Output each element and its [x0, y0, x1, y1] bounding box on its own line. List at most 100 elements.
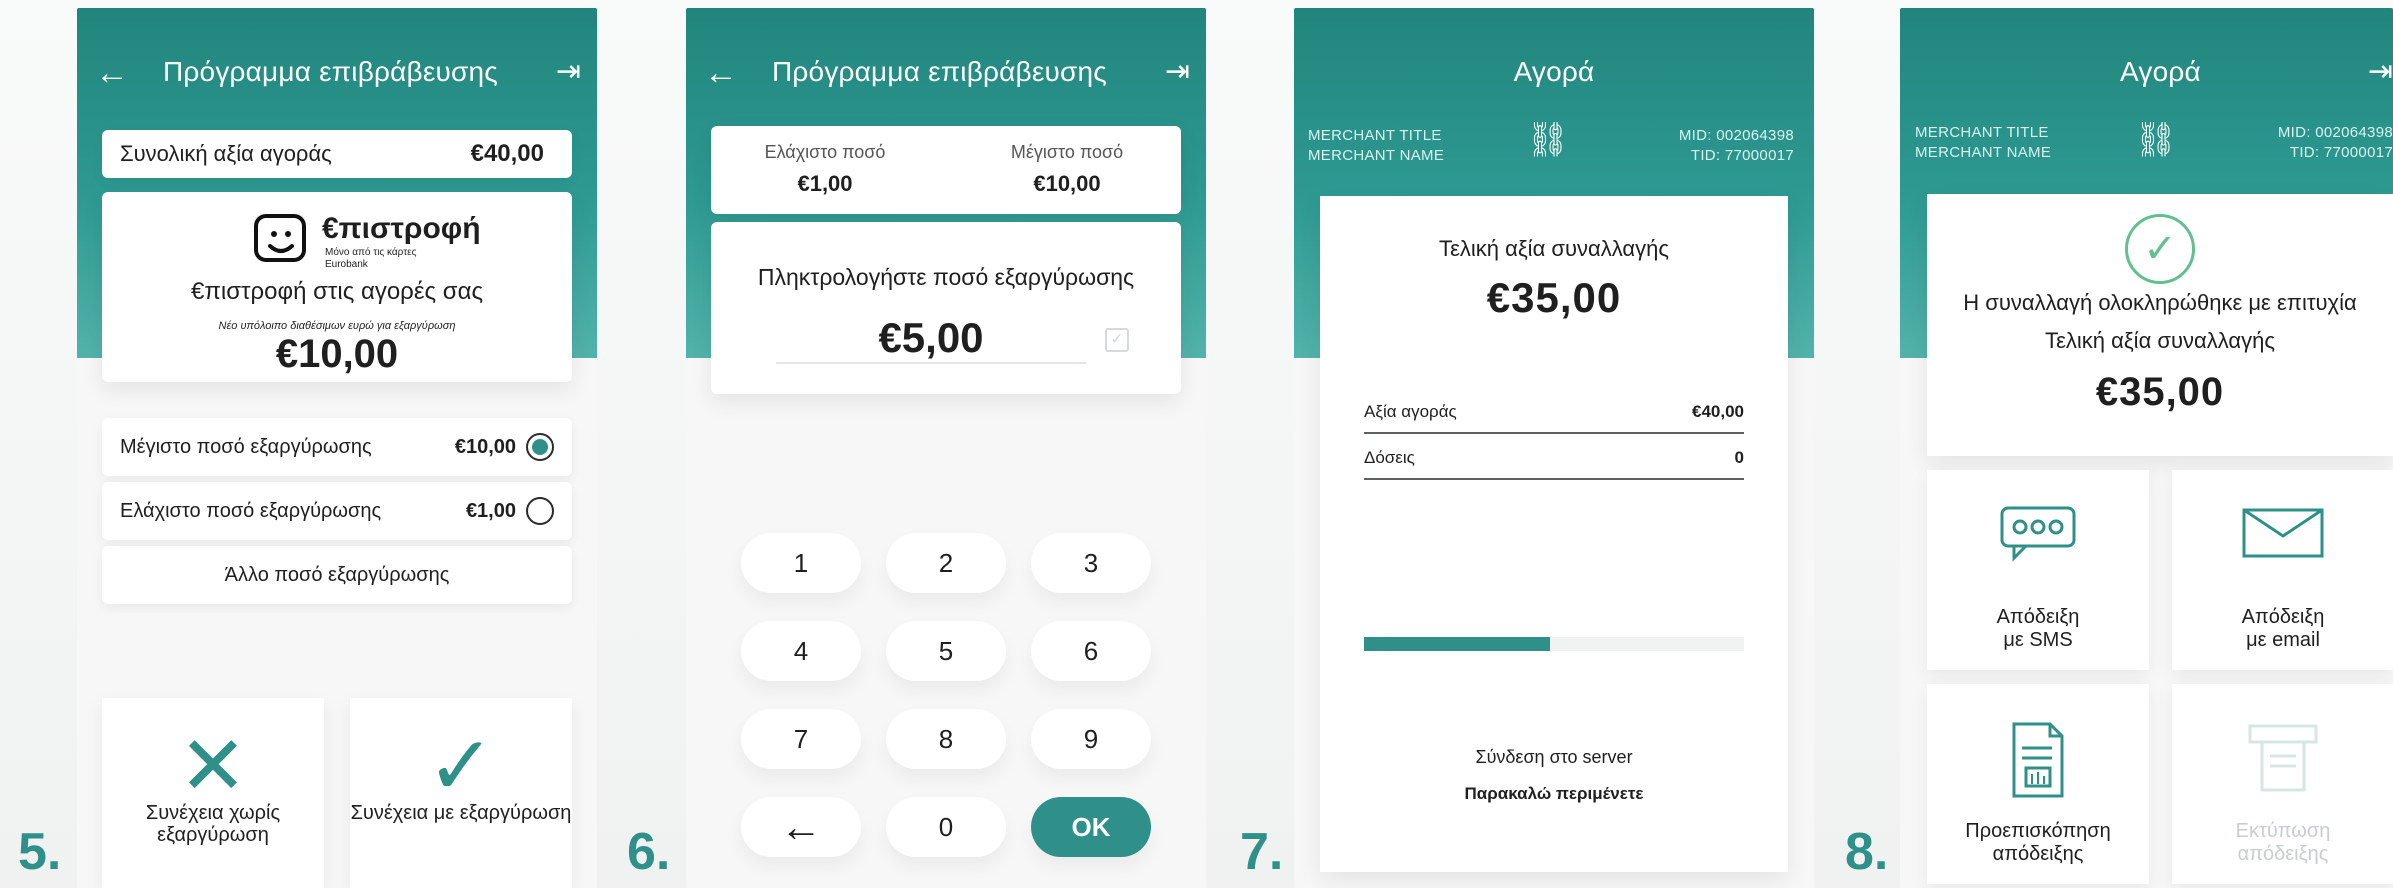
reward-subtitle: €πιστροφή στις αγορές σας — [190, 278, 484, 305]
entry-prompt: Πληκτρολογήστε ποσό εξαργύρωσης — [757, 264, 1135, 290]
print-receipt-icon — [2248, 724, 2318, 792]
purchase-row: Αξία αγοράς €40,00 — [1364, 392, 1744, 434]
receipt-label-2: απόδειξης — [2237, 843, 2329, 865]
max-redeem-option[interactable]: Μέγιστο ποσό εξαργύρωσης €10,00 — [102, 418, 572, 476]
merchant-title: MERCHANT TITLE — [1915, 124, 2049, 141]
sms-icon — [2000, 506, 2076, 562]
purchase-label: Αξία αγοράς — [1364, 402, 1457, 421]
screen-7: Αγορά MERCHANT TITLE MERCHANT NAME ⛓ MID… — [1294, 8, 1814, 888]
receipt-label-1: Απόδειξη — [2241, 606, 2325, 628]
receipt-email-button[interactable]: Απόδειξη με email — [2172, 470, 2393, 670]
backspace-key[interactable]: ← — [741, 797, 861, 857]
merchant-info: MERCHANT TITLE MERCHANT NAME — [1308, 126, 1444, 167]
check-icon: ✓ — [426, 721, 496, 812]
progress-fill — [1364, 637, 1551, 651]
mid: MID: 002064398 — [2277, 124, 2393, 141]
wait-line: Παρακαλώ περιμένετε — [1464, 784, 1644, 803]
amount-entry-card: Πληκτρολογήστε ποσό εξαργύρωσης €5,00 ✓ — [711, 222, 1181, 394]
back-arrow-icon[interactable]: ← — [704, 54, 738, 93]
exit-icon[interactable]: ⇥ — [1165, 54, 1190, 89]
screen-title: Πρόγραμμα επιβράβευσης — [772, 56, 1107, 87]
exit-icon[interactable]: ⇥ — [556, 54, 581, 89]
tid: TID: 77000017 — [2289, 144, 2393, 162]
min-amount: Ελάχιστο ποσό €1,00 — [763, 142, 887, 197]
min-value: €1,00 — [797, 171, 853, 196]
ok-button[interactable]: OK — [1031, 797, 1151, 857]
merchant-info: MERCHANT TITLE MERCHANT NAME — [1915, 123, 2051, 164]
other-amount-label: Άλλο ποσό εξαργύρωσης — [224, 563, 450, 586]
step-number-8: 8. — [1845, 823, 1889, 881]
final-value: €35,00 — [1486, 274, 1622, 321]
merchant-name: MERCHANT NAME — [1308, 147, 1445, 165]
final-value: €35,00 — [2095, 370, 2225, 414]
brand-tagline: Μόνο από τις κάρτες Eurobank — [325, 247, 416, 270]
screen-6: ← Πρόγραμμα επιβράβευσης ⇥ Ελάχιστο ποσό… — [686, 8, 1206, 888]
min-redeem-option[interactable]: Ελάχιστο ποσό εξαργύρωσης €1,00 — [102, 482, 572, 540]
link-icon: ⛓ — [1526, 121, 1570, 159]
receipt-label-2: με SMS — [2003, 629, 2073, 651]
total-purchase-row: Συνολική αξία αγοράς €40,00 — [102, 130, 572, 178]
merchant-name: MERCHANT NAME — [1915, 144, 2052, 162]
status-line: Σύνδεση στο server — [1475, 747, 1633, 767]
back-arrow-icon[interactable]: ← — [95, 54, 129, 93]
progress-track — [1364, 637, 1744, 651]
key-7[interactable]: 7 — [741, 709, 861, 769]
receipt-label-1: Απόδειξη — [1996, 606, 2080, 628]
exit-icon[interactable]: ⇥ — [2368, 54, 2393, 89]
close-icon: ✕ — [178, 721, 248, 812]
key-5[interactable]: 5 — [886, 621, 1006, 681]
key-0[interactable]: 0 — [886, 797, 1006, 857]
min-label: Ελάχιστο ποσό — [764, 142, 886, 162]
key-4[interactable]: 4 — [741, 621, 861, 681]
terminal-info: MID: 002064398 TID: 77000017 — [1679, 126, 1794, 167]
brand-tagline-line-2: Eurobank — [325, 258, 368, 270]
print-receipt-button: Εκτύπωση απόδειξης — [2172, 684, 2393, 884]
preview-receipt-button[interactable]: Προεπισκόπηση απόδειξης — [1927, 684, 2149, 884]
terminal-info: MID: 002064398 TID: 77000017 — [2278, 123, 2393, 164]
receipt-label-2: με email — [2246, 629, 2320, 651]
total-value: €40,00 — [470, 140, 544, 167]
smile-logo-icon — [254, 214, 306, 262]
continue-without-redeem-button[interactable]: ✕ Συνέχεια χωρίς εξαργύρωση — [102, 698, 324, 888]
key-6[interactable]: 6 — [1031, 621, 1151, 681]
balance-value: €10,00 — [275, 332, 399, 376]
reward-card: €πιστροφή Μόνο από τις κάρτες Eurobank €… — [102, 192, 572, 382]
radio-selected-icon[interactable] — [526, 433, 554, 461]
receipt-label-2: απόδειξης — [1992, 843, 2084, 865]
max-amount: Μέγιστο ποσό €10,00 — [1005, 142, 1129, 197]
balance-label: Νέο υπόλοιπο διαθέσιμων ευρώ για εξαργύρ… — [218, 320, 456, 332]
radio-unselected-icon[interactable] — [526, 497, 554, 525]
option-value: €10,00 — [454, 435, 516, 458]
key-9[interactable]: 9 — [1031, 709, 1151, 769]
max-value: €10,00 — [1033, 171, 1101, 196]
other-amount-option[interactable]: Άλλο ποσό εξαργύρωσης — [102, 546, 572, 604]
installments-label: Δόσεις — [1364, 448, 1415, 467]
brand-tagline-line-1: Μόνο από τις κάρτες — [325, 247, 417, 258]
continue-with-redeem-button[interactable]: ✓ Συνέχεια με εξαργύρωση — [350, 698, 572, 888]
key-2[interactable]: 2 — [886, 533, 1006, 593]
mid: MID: 002064398 — [1678, 127, 1794, 144]
screenshot-canvas: 5. 6. 7. 8. ← Πρόγραμμα επιβράβευσης ⇥ Σ… — [0, 0, 2393, 888]
key-1[interactable]: 1 — [741, 533, 861, 593]
success-text: Η συναλλαγή ολοκληρώθηκε με επιτυχία — [1963, 290, 2357, 315]
option-label: Μέγιστο ποσό εξαργύρωσης — [120, 435, 372, 458]
screen-title: Αγορά — [2120, 56, 2201, 87]
total-label: Συνολική αξία αγοράς — [120, 141, 332, 166]
screen-title: Πρόγραμμα επιβράβευσης — [163, 56, 498, 87]
option-label: Ελάχιστο ποσό εξαργύρωσης — [120, 499, 382, 522]
key-3[interactable]: 3 — [1031, 533, 1151, 593]
step-number-5: 5. — [18, 823, 62, 881]
link-icon: ⛓ — [2134, 121, 2178, 159]
key-8[interactable]: 8 — [886, 709, 1006, 769]
receipt-sms-button[interactable]: Απόδειξη με SMS — [1927, 470, 2149, 670]
amount-input[interactable]: €5,00 — [776, 314, 1086, 364]
keyboard-toggle-icon[interactable]: ✓ — [1105, 328, 1129, 352]
max-label: Μέγιστο ποσό — [1010, 142, 1124, 162]
preview-receipt-icon — [2012, 722, 2064, 798]
brand-name: €πιστροφή — [322, 212, 481, 245]
amount-range-card: Ελάχιστο ποσό €1,00 Μέγιστο ποσό €10,00 — [711, 126, 1181, 214]
success-check-icon: ✓ — [2125, 214, 2195, 284]
receipt-label-1: Εκτύπωση — [2235, 820, 2331, 842]
merchant-title: MERCHANT TITLE — [1308, 127, 1442, 144]
purchase-value: €40,00 — [1692, 402, 1744, 421]
